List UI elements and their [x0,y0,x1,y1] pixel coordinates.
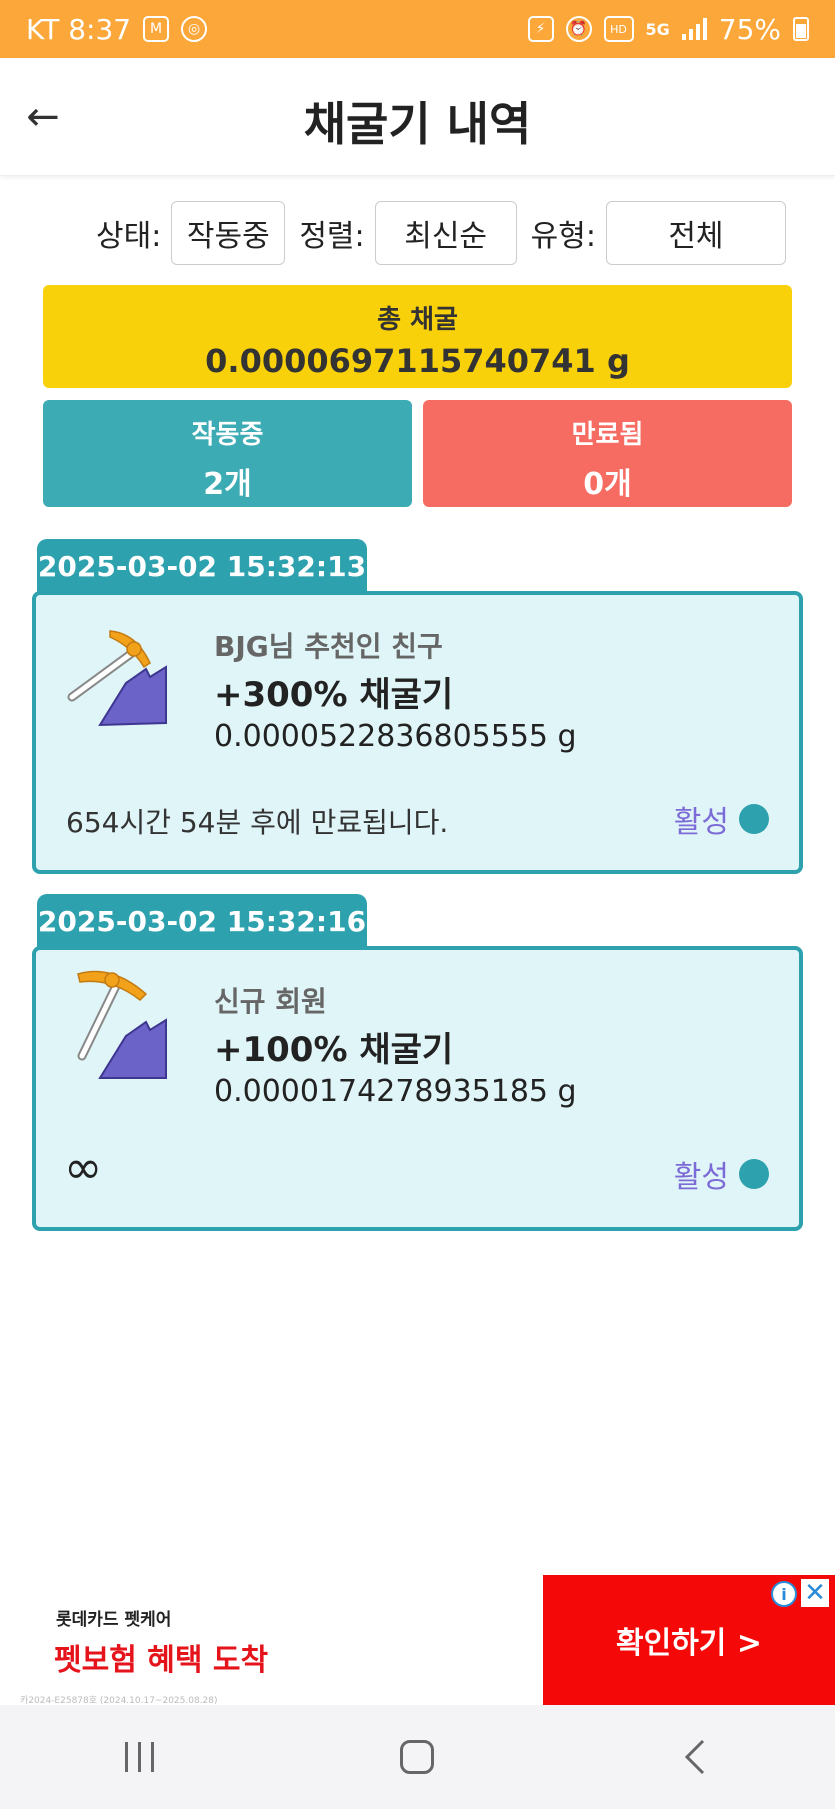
filter-bar: 상태: 작동중 정렬: 최신순 유형: 전체 [96,200,795,266]
infinity-icon: ∞ [64,1140,103,1194]
miner-status: 활성 [674,1152,769,1196]
ad-brand: 롯데카드 펫케어 [56,1610,172,1630]
miner-boost: +300% 채굴기 [214,675,454,715]
active-count-box: 작동중 2개 [43,400,412,507]
info-icon[interactable]: i [771,1581,797,1607]
miner-amount: 0.0000174278935185 g [214,1074,577,1109]
miner-card-body: 신규 회원 +100% 채굴기 0.0000174278935185 g ∞ 활… [32,946,803,1231]
recents-button[interactable] [89,1717,189,1797]
miner-status-label: 활성 [673,1160,729,1195]
lock-icon: M [143,16,170,42]
page-title: 채굴기 내역 [303,97,532,151]
active-count-label: 작동중 [191,420,264,450]
sync-icon: ◎ [181,16,208,42]
miner-status-label: 활성 [673,805,729,840]
total-mined-label: 총 채굴 [377,305,458,335]
ad-headline: 펫보험 혜택 도착 [54,1643,269,1678]
ad-banner[interactable]: 롯데카드 펫케어 펫보험 혜택 도착 카2024-E25878호 (2024.1… [0,1575,835,1706]
pickaxe-icon [67,630,167,727]
signal-icon [681,18,707,40]
home-icon [400,1740,435,1774]
status-filter-label: 상태: [96,219,162,254]
miner-amount: 0.0000522836805555 g [214,719,577,754]
expired-count-box: 만료됨 0개 [423,400,792,507]
alarm-icon: ⏰ [565,16,592,42]
pickaxe-icon [77,970,167,1079]
close-icon[interactable]: ✕ [801,1578,829,1608]
status-bar: KT 8:37 M ◎ ⚡ ⏰ HD 5G 75% [0,0,835,58]
status-left: KT 8:37 M ◎ [26,12,208,46]
app-header: ← 채굴기 내역 [0,58,835,176]
miner-expiry: 654시간 54분 후에 만료됩니다. [66,806,449,839]
expired-count-value: 0개 [583,467,632,502]
carrier-time: KT 8:37 [26,12,132,46]
miner-boost: +100% 채굴기 [214,1030,454,1070]
status-filter-select[interactable]: 작동중 [171,201,286,265]
nav-back-button[interactable] [646,1717,746,1797]
miner-source: 신규 회원 [214,985,327,1018]
miner-card-body: BJG님 추천인 친구 +300% 채굴기 0.0000522836805555… [32,591,803,874]
status-dot-icon [739,804,769,834]
type-filter-select[interactable]: 전체 [605,201,786,265]
battery-icon [793,17,809,41]
sort-filter-select[interactable]: 최신순 [374,201,517,265]
hd-icon: HD [603,16,634,42]
chevron-left-icon [684,1739,704,1775]
total-mined-box: 총 채굴 0.0000697115740741 g [43,285,792,388]
recents-icon [124,1742,154,1772]
status-right: ⚡ ⏰ HD 5G 75% [527,12,809,46]
home-button[interactable] [367,1717,467,1797]
status-dot-icon [739,1159,769,1189]
active-count-value: 2개 [203,467,252,502]
type-filter-label: 유형: [530,219,596,254]
total-mined-value: 0.0000697115740741 g [205,342,630,380]
miner-status: 활성 [674,797,769,841]
miner-source: BJG님 추천인 친구 [214,630,443,663]
expired-count-label: 만료됨 [571,420,644,450]
network-5g-icon: 5G [645,19,670,39]
battery-percent: 75% [718,12,781,46]
miner-date-tab: 2025-03-02 15:32:13 [37,539,367,593]
miner-date-tab: 2025-03-02 15:32:16 [37,894,367,948]
charging-icon: ⚡ [527,16,554,42]
sort-filter-label: 정렬: [299,219,365,254]
system-nav-bar [0,1705,835,1809]
